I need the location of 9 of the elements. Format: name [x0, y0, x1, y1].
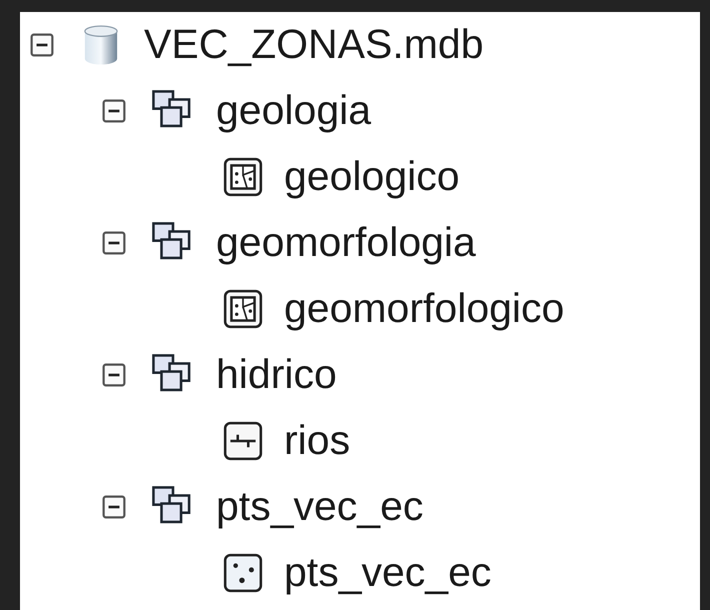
tree-item-label[interactable]: pts_vec_ec	[284, 549, 492, 597]
tree-item-label[interactable]: VEC_ZONAS.mdb	[144, 21, 484, 69]
tree-item-label[interactable]: geomorfologico	[284, 285, 564, 333]
tree-item-label[interactable]: geologico	[284, 153, 460, 201]
tree-item-label[interactable]: geomorfologia	[216, 219, 476, 267]
tree-item-label[interactable]: hidrico	[216, 351, 337, 399]
tree-item-label[interactable]: geologia	[216, 87, 372, 135]
tree-item-label[interactable]: rios	[284, 417, 350, 465]
tree-item-label[interactable]: pts_vec_ec	[216, 483, 424, 531]
